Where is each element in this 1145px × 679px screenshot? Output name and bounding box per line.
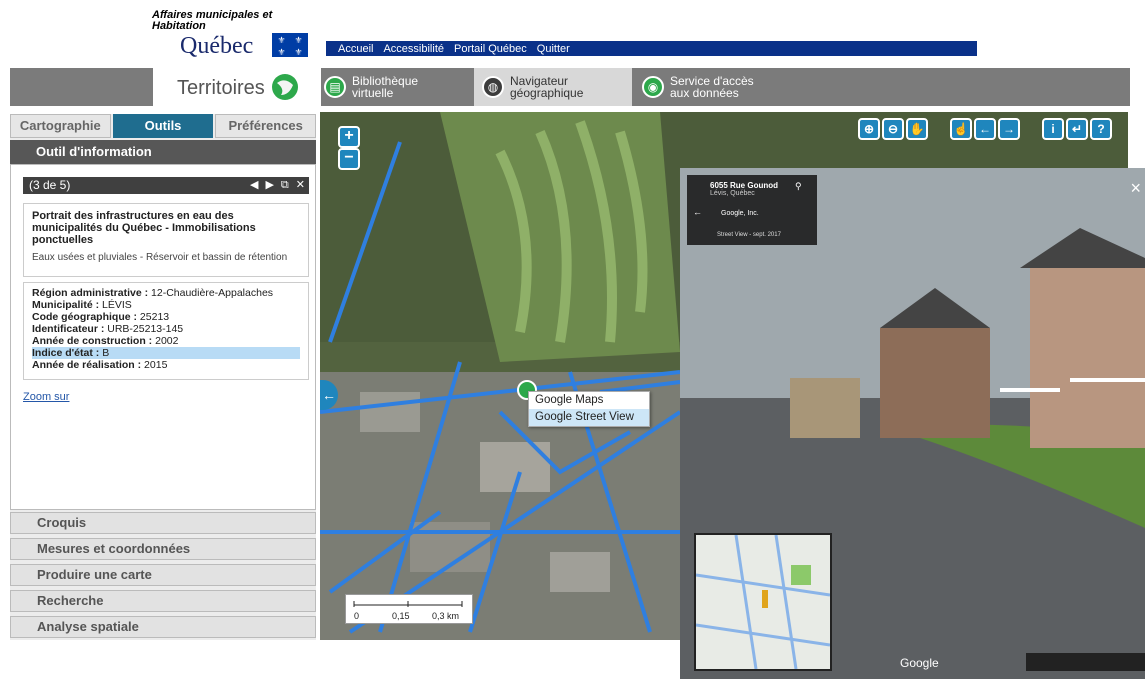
geographique-label: géographique bbox=[510, 86, 584, 100]
attr-value: B bbox=[102, 347, 110, 359]
nav-accueil-link[interactable]: Accueil bbox=[338, 43, 373, 55]
document-icon: ▤ bbox=[324, 76, 346, 98]
tab-cartographie[interactable]: Cartographie bbox=[10, 114, 111, 138]
previous-extent-icon[interactable]: ← bbox=[974, 118, 996, 140]
attr-value: LÉVIS bbox=[102, 299, 132, 311]
panel-tabs: Cartographie Outils Préférences bbox=[10, 114, 317, 138]
attr-row-highlighted: Indice d'état : B bbox=[32, 347, 300, 359]
attr-row: Code géographique : 25213 bbox=[32, 311, 300, 323]
attributes-card: Région administrative : 12-Chaudière-App… bbox=[23, 282, 309, 380]
nav-accessibilite-link[interactable]: Accessibilité bbox=[383, 43, 444, 55]
info-tool-header[interactable]: Outil d'information bbox=[10, 140, 316, 164]
brand-title: Territoires bbox=[177, 77, 265, 99]
scale-bar: 0 0,15 0,3 km bbox=[345, 594, 473, 624]
street-view-window[interactable]: 6055 Rue Gounod Lévis, Québec Google, In… bbox=[680, 168, 1145, 679]
next-result-icon[interactable]: ▶ bbox=[265, 177, 273, 194]
result-pager: (3 de 5) ◀ ▶ ⧉ ✕ bbox=[23, 177, 309, 194]
attr-key: Code géographique : bbox=[32, 311, 137, 323]
donnees-label: aux données bbox=[670, 86, 739, 100]
attr-row: Identificateur : URB-25213-145 bbox=[32, 323, 300, 335]
attr-key: Indice d'état : bbox=[32, 347, 100, 359]
attr-value: 12-Chaudière-Appalaches bbox=[151, 287, 274, 299]
pan-hand-icon[interactable]: ✋ bbox=[906, 118, 928, 140]
info-tool-body: (3 de 5) ◀ ▶ ⧉ ✕ Portrait des infrastruc… bbox=[10, 164, 316, 510]
prev-result-icon[interactable]: ◀ bbox=[250, 177, 258, 194]
street-view-controls-bar[interactable] bbox=[1026, 653, 1145, 671]
attr-row: Région administrative : 12-Chaudière-App… bbox=[32, 287, 300, 299]
sv-city: Lévis, Québec bbox=[710, 190, 755, 197]
next-extent-icon[interactable]: → bbox=[998, 118, 1020, 140]
google-maps-menu-item[interactable]: Google Maps bbox=[529, 392, 649, 409]
nav-quitter-link[interactable]: Quitter bbox=[537, 43, 570, 55]
accordion-produire-carte[interactable]: Produire une carte bbox=[10, 564, 316, 586]
navigateur-button[interactable]: ◍ Navigateur géographique bbox=[474, 68, 632, 106]
popout-icon[interactable]: ⧉ bbox=[281, 177, 289, 194]
google-street-view-menu-item[interactable]: Google Street View bbox=[529, 409, 649, 426]
top-navigation: Accueil Accessibilité Portail Québec Qui… bbox=[326, 41, 977, 56]
attr-value: URB-25213-145 bbox=[107, 323, 184, 335]
data-access-icon: ◉ bbox=[642, 76, 664, 98]
return-icon[interactable]: ↵ bbox=[1066, 118, 1088, 140]
location-pin-icon[interactable]: ⚲ bbox=[795, 181, 802, 192]
service-acces-button[interactable]: ◉ Service d'accès aux données bbox=[634, 68, 804, 106]
territoires-logo-icon bbox=[272, 74, 298, 100]
sv-date: Street View - sept. 2017 bbox=[717, 232, 781, 238]
close-icon[interactable]: ✕ bbox=[296, 177, 305, 194]
globe-icon: ◍ bbox=[482, 76, 504, 98]
scale-label-mid: 0,15 bbox=[392, 611, 410, 621]
info-icon[interactable]: i bbox=[1042, 118, 1064, 140]
minimap-graphic bbox=[696, 535, 830, 669]
nav-portail-link[interactable]: Portail Québec bbox=[454, 43, 527, 55]
site-header: Affaires municipales et Habitation Québe… bbox=[0, 0, 1145, 68]
attr-value: 2002 bbox=[155, 335, 179, 347]
left-panel: Cartographie Outils Préférences Outil d'… bbox=[10, 114, 317, 640]
select-hand-icon[interactable]: ☝ bbox=[950, 118, 972, 140]
territoires-brand: Territoires bbox=[153, 68, 321, 106]
sv-address: 6055 Rue Gounod bbox=[710, 181, 779, 190]
accordion-mesures[interactable]: Mesures et coordonnées bbox=[10, 538, 316, 560]
attr-key: Municipalité : bbox=[32, 299, 100, 311]
pager-count: (3 de 5) bbox=[29, 178, 71, 192]
attr-row: Année de réalisation : 2015 bbox=[32, 359, 300, 371]
quebec-flag-icon: ⚜ ⚜ ⚜ ⚜ bbox=[272, 33, 308, 57]
attr-key: Année de réalisation : bbox=[32, 359, 142, 371]
app-band: Territoires ▤ Bibliothèque virtuelle ◍ Na… bbox=[10, 68, 1130, 106]
tab-preferences[interactable]: Préférences bbox=[215, 114, 317, 138]
zoom-in-tool-icon[interactable]: ⊕ bbox=[858, 118, 880, 140]
sv-provider: Google, Inc. bbox=[721, 210, 759, 217]
help-icon[interactable]: ? bbox=[1090, 118, 1112, 140]
attr-key: Année de construction : bbox=[32, 335, 153, 347]
tab-outils[interactable]: Outils bbox=[112, 114, 214, 138]
accordion-analyse-spatiale[interactable]: Analyse spatiale bbox=[10, 616, 316, 638]
virtuelle-label: virtuelle bbox=[352, 86, 394, 100]
context-menu: Google Maps Google Street View bbox=[528, 391, 650, 427]
layer-card: Portrait des infrastructures en eau des … bbox=[23, 203, 309, 277]
attr-key: Région administrative : bbox=[32, 287, 149, 299]
zoom-to-link[interactable]: Zoom sur bbox=[23, 391, 69, 403]
back-arrow-icon[interactable]: ← bbox=[693, 207, 702, 217]
attr-key: Identificateur : bbox=[32, 323, 105, 335]
quebec-wordmark: Québec bbox=[180, 33, 254, 59]
scale-label-0: 0 bbox=[354, 611, 360, 621]
attr-value: 25213 bbox=[139, 311, 170, 323]
street-view-close-icon[interactable]: × bbox=[1130, 178, 1141, 199]
street-view-minimap[interactable] bbox=[694, 533, 832, 671]
map-zoom-out-button[interactable]: − bbox=[338, 148, 360, 170]
layer-subtitle: Eaux usées et pluviales - Réservoir et b… bbox=[32, 252, 288, 263]
map-zoom-in-button[interactable]: + bbox=[338, 126, 360, 148]
layer-title: Portrait des infrastructures en eau des … bbox=[32, 210, 256, 246]
street-view-info-card: 6055 Rue Gounod Lévis, Québec Google, In… bbox=[687, 175, 817, 245]
scale-label-end: 0,3 km bbox=[432, 611, 460, 621]
ministry-name: Affaires municipales et Habitation bbox=[152, 9, 273, 32]
bibliotheque-button[interactable]: ▤ Bibliothèque virtuelle bbox=[316, 68, 474, 106]
zoom-out-tool-icon[interactable]: ⊖ bbox=[882, 118, 904, 140]
attr-value: 2015 bbox=[144, 359, 168, 371]
accordion-croquis[interactable]: Croquis bbox=[10, 512, 316, 534]
accordion-recherche[interactable]: Recherche bbox=[10, 590, 316, 612]
attr-row: Année de construction : 2002 bbox=[32, 335, 300, 347]
google-logo: Google bbox=[900, 656, 939, 670]
attr-row: Municipalité : LÉVIS bbox=[32, 299, 300, 311]
